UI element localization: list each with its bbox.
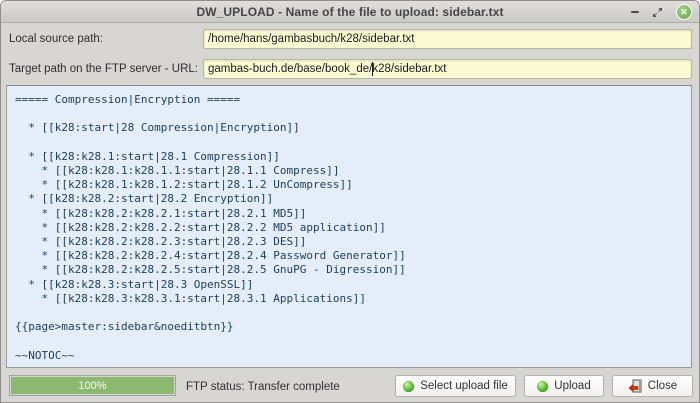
exit-door-icon xyxy=(628,379,642,393)
window-title: DW_UPLOAD - Name of the file to upload: … xyxy=(196,5,503,19)
local-path-field-wrap xyxy=(203,29,692,49)
upload-dialog-window: DW_UPLOAD - Name of the file to upload: … xyxy=(0,0,700,403)
green-orb-icon xyxy=(537,381,548,392)
file-content-editor[interactable]: ===== Compression|Encryption ===== * [[k… xyxy=(6,85,692,368)
select-upload-file-label: Select upload file xyxy=(420,380,508,392)
restore-icon xyxy=(652,7,663,18)
target-path-label: Target path on the FTP server - URL: xyxy=(9,63,198,75)
close-window-button[interactable]: ✕ xyxy=(676,4,692,20)
progress-label: 100% xyxy=(78,380,106,392)
close-icon: ✕ xyxy=(680,8,688,17)
titlebar-controls: ✕ xyxy=(631,1,692,23)
restore-button[interactable] xyxy=(652,7,663,18)
minimize-icon xyxy=(631,11,639,13)
titlebar[interactable]: DW_UPLOAD - Name of the file to upload: … xyxy=(1,1,699,23)
local-path-input[interactable] xyxy=(203,29,692,49)
upload-progress-bar: 100% xyxy=(9,375,176,396)
target-path-input[interactable] xyxy=(203,59,692,79)
close-button[interactable]: Close xyxy=(612,375,693,397)
local-path-label: Local source path: xyxy=(9,33,103,45)
green-orb-icon xyxy=(403,381,414,392)
upload-label: Upload xyxy=(554,380,590,392)
close-label: Close xyxy=(648,380,677,392)
progress-fill: 100% xyxy=(11,377,174,394)
select-upload-file-button[interactable]: Select upload file xyxy=(395,375,516,397)
minimize-button[interactable] xyxy=(631,11,639,13)
upload-button[interactable]: Upload xyxy=(524,375,604,397)
ftp-status-text: FTP status: Transfer complete xyxy=(186,381,340,393)
target-path-field-wrap xyxy=(203,59,692,79)
text-cursor xyxy=(372,62,373,76)
